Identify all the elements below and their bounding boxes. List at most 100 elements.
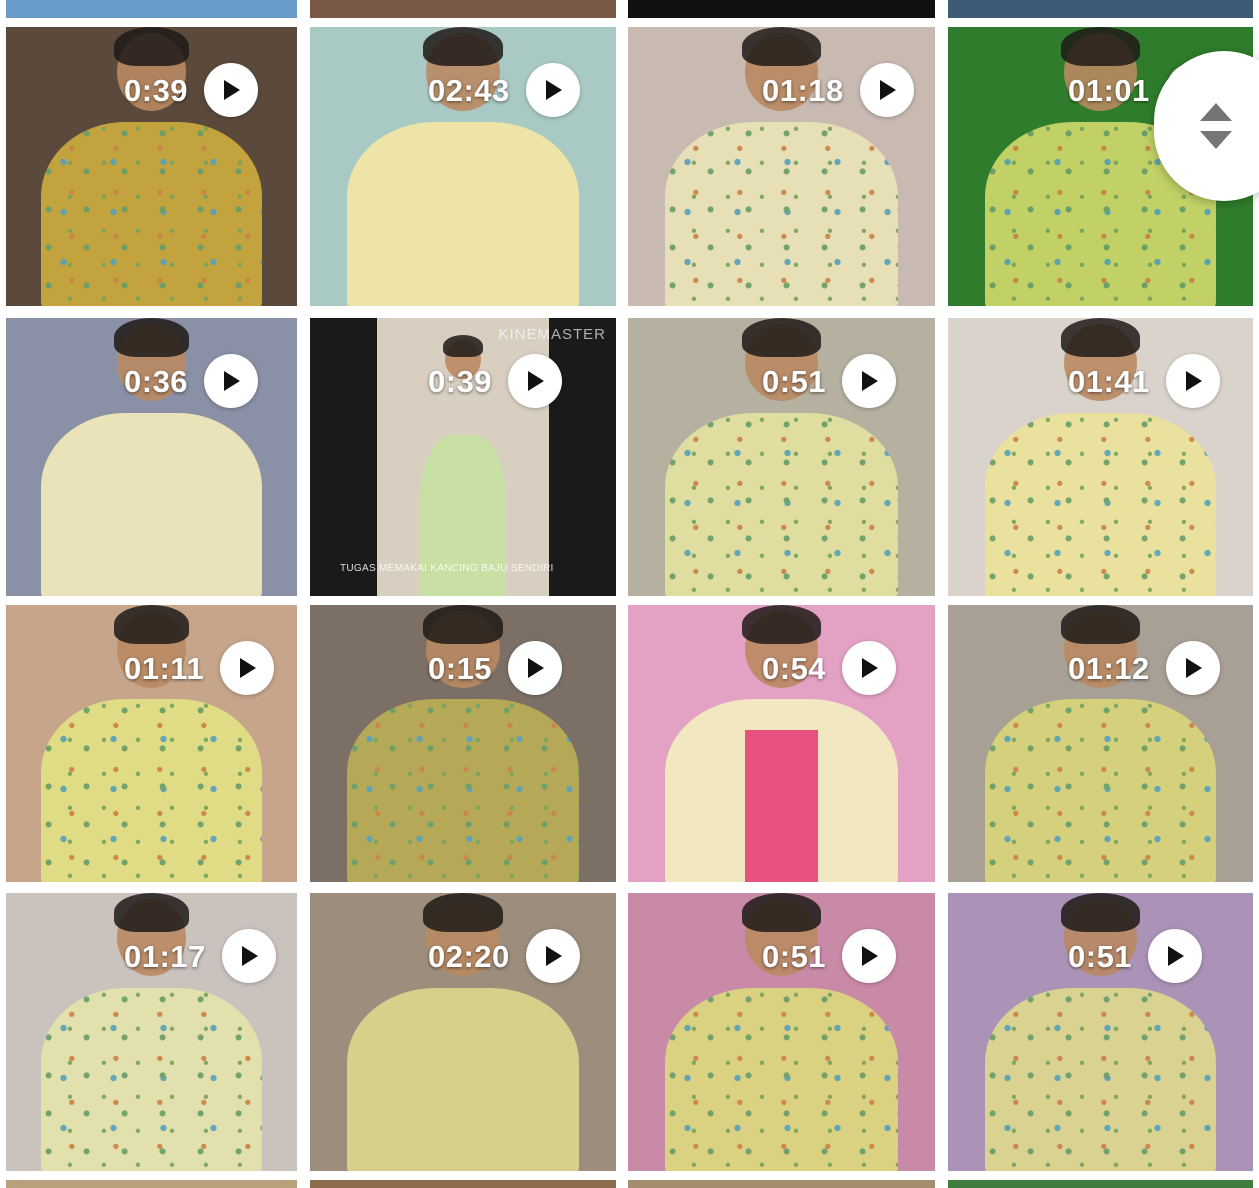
video-duration: 0:39 (124, 72, 189, 108)
video-overlay: 0:54 (762, 641, 897, 695)
partial-tile-top[interactable] (6, 0, 297, 18)
video-duration: 0:54 (762, 650, 827, 686)
video-tile[interactable]: 01:11 (6, 605, 297, 882)
play-icon (862, 658, 879, 678)
video-overlay: 0:36 (124, 354, 259, 408)
thumbnail-shirt (346, 699, 580, 882)
thumbnail-hair (423, 27, 503, 67)
play-icon (528, 658, 545, 678)
partial-tile-bottom[interactable] (628, 1180, 935, 1188)
thumbnail-shirt (664, 987, 899, 1171)
video-overlay: 0:15 (428, 641, 563, 695)
video-overlay: 0:39 (124, 63, 259, 117)
play-icon (545, 80, 562, 100)
video-tile[interactable]: 0:54 (628, 605, 935, 882)
play-icon (240, 658, 257, 678)
play-button[interactable] (1148, 929, 1203, 983)
thumbnail-hair (113, 605, 190, 644)
thumbnail-hair (741, 27, 822, 67)
partial-tile-bottom[interactable] (310, 1180, 616, 1188)
play-button[interactable] (842, 929, 897, 983)
video-overlay: 0:51 (1068, 929, 1203, 983)
partial-tile-bottom[interactable] (6, 1180, 297, 1188)
play-icon (1168, 946, 1185, 966)
video-tile[interactable]: 01:12 (948, 605, 1253, 882)
video-duration: 01:01 (1068, 72, 1150, 108)
play-icon (1185, 371, 1202, 391)
video-tile[interactable]: 0:51 (628, 318, 935, 596)
video-duration: 0:51 (762, 363, 827, 399)
video-caption: TUGAS MEMAKAI KANCING BAJU SENDIRI (340, 563, 554, 574)
play-icon (224, 80, 241, 100)
play-button[interactable] (508, 354, 563, 408)
video-tile[interactable]: 01:17 (6, 893, 297, 1171)
play-button[interactable] (508, 641, 563, 695)
video-tile[interactable]: 02:20 (310, 893, 616, 1171)
thumbnail-shirt (984, 987, 1217, 1171)
play-button[interactable] (859, 63, 914, 117)
thumbnail-shirt (664, 412, 899, 596)
play-button[interactable] (525, 63, 580, 117)
video-tile[interactable]: 02:43 (310, 27, 616, 306)
thumbnail-hair (741, 893, 822, 932)
thumbnail-shirt (346, 121, 580, 306)
video-tile[interactable]: 0:36 (6, 318, 297, 596)
thumbnail-hair (741, 318, 822, 357)
play-button[interactable] (204, 354, 259, 408)
play-button[interactable] (221, 929, 276, 983)
video-tile[interactable]: KINEMASTER TUGAS MEMAKAI KANCING BAJU SEN… (310, 318, 616, 596)
video-tile[interactable]: 01:18 (628, 27, 935, 306)
play-button[interactable] (204, 63, 259, 117)
video-duration: 02:20 (428, 938, 510, 974)
thumbnail-shirt (40, 699, 263, 882)
play-button[interactable] (220, 641, 275, 695)
video-overlay: 02:43 (428, 63, 580, 117)
play-icon (862, 946, 879, 966)
video-overlay: 0:51 (762, 354, 897, 408)
play-button[interactable] (1165, 641, 1220, 695)
thumbnail-inner-shirt (744, 729, 819, 882)
video-tile[interactable]: 0:51 (948, 893, 1253, 1171)
up-down-arrows-icon (1200, 103, 1232, 149)
thumbnail-hair (113, 27, 190, 67)
thumbnail-shirt (40, 412, 263, 596)
video-duration: 01:12 (1068, 650, 1150, 686)
video-duration: 0:36 (124, 363, 189, 399)
video-overlay: 01:11 (124, 641, 275, 695)
play-icon (1185, 658, 1202, 678)
play-button[interactable] (842, 354, 897, 408)
partial-tile-top[interactable] (628, 0, 935, 18)
partial-tile-bottom[interactable] (948, 1180, 1253, 1188)
thumbnail-shirt (40, 987, 263, 1171)
video-overlay: 01:41 (1068, 354, 1220, 408)
video-overlay: 01:12 (1068, 641, 1220, 695)
video-duration: 01:17 (124, 938, 206, 974)
video-overlay: 01:18 (762, 63, 914, 117)
thumbnail-hair (1060, 27, 1141, 67)
partial-tile-top[interactable] (948, 0, 1253, 18)
partial-tile-top[interactable] (310, 0, 616, 18)
video-overlay: 0:39 (428, 354, 563, 408)
play-button[interactable] (842, 641, 897, 695)
video-duration: 01:18 (762, 72, 844, 108)
thumbnail-hair (113, 893, 190, 932)
thumbnail-shirt (984, 412, 1217, 596)
play-button[interactable] (1165, 354, 1220, 408)
video-duration: 02:43 (428, 72, 510, 108)
thumbnail-hair (1060, 893, 1141, 932)
video-tile[interactable]: 0:15 (310, 605, 616, 882)
thumbnail-hair (113, 318, 190, 357)
thumbnail-hair (423, 893, 503, 932)
video-overlay: 01:17 (124, 929, 276, 983)
play-icon (862, 371, 879, 391)
video-overlay: 0:51 (762, 929, 897, 983)
video-tile[interactable]: 01:41 (948, 318, 1253, 596)
video-duration: 0:51 (1068, 938, 1133, 974)
watermark-text: KINEMASTER (498, 326, 606, 343)
video-overlay: 02:20 (428, 929, 580, 983)
play-button[interactable] (525, 929, 580, 983)
video-duration: 01:11 (124, 650, 205, 686)
video-tile[interactable]: 0:39 (6, 27, 297, 306)
video-tile[interactable]: 0:51 (628, 893, 935, 1171)
thumbnail-hair (1060, 605, 1141, 644)
